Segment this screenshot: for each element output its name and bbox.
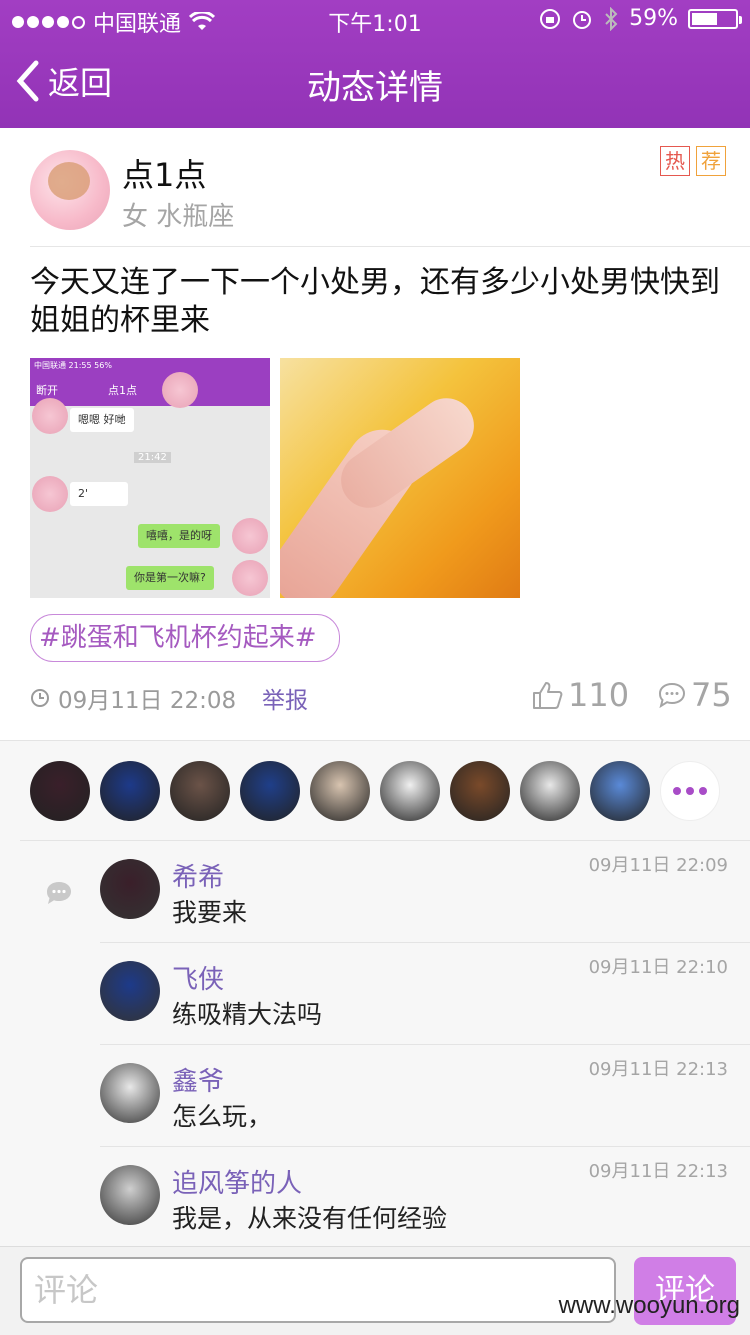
comment-bar: 评论 评论 [0,1246,750,1335]
comment-icon [47,882,71,904]
screenshot-timestamp: 21:42 [134,452,171,463]
author-gender: 女 [122,202,149,232]
commenter-name[interactable]: 飞侠 [172,959,224,996]
author-avatar[interactable] [30,150,110,230]
screenshot-title: 点1点 [108,384,137,397]
screenshot-battery: 56% [94,361,112,370]
post-card: 点1点 女 水瓶座 热 荐 今天又连了一下一个小处男，还有多少小处男快快到姐姐的… [0,128,750,740]
comment-count-button[interactable]: 75 [657,676,732,714]
post-time: 09月11日 22:08 [30,681,236,715]
watermark: www.wooyun.org [558,1292,740,1319]
liker-avatar[interactable] [310,761,370,821]
screenshot-avatar [232,560,268,596]
screenshot-avatar [162,372,198,408]
comment-time: 09月11日 22:10 [588,957,728,978]
liker-avatar[interactable] [100,761,160,821]
top-header: 中国联通 下午1:01 59% 返回 动态详情 [0,0,750,128]
author-zodiac: 水瓶座 [156,202,235,232]
nav-bar: 返回 动态详情 [0,40,750,128]
author-name[interactable]: 点1点 [122,150,206,196]
screenshot-avatar [32,398,68,434]
post-image-chat-screenshot[interactable]: 中国联通 21:55 56% 断开 点1点 嗯嗯 好哋 21:42 2' 嘻嘻，… [30,358,270,598]
screenshot-back: 断开 [36,384,58,397]
more-likers-button[interactable] [660,761,720,821]
comment-time: 09月11日 22:13 [588,1161,728,1182]
screenshot-bubble: 你是第一次嘛? [126,566,214,590]
post-meta: 09月11日 22:08 举报 110 75 [30,676,732,716]
comment-bubble-icon [658,682,686,709]
screenshot-status: 中国联通 21:55 56% [34,360,112,371]
liker-avatar[interactable] [30,761,90,821]
screenshot-voice: 2' [70,482,128,506]
liker-avatar[interactable] [520,761,580,821]
rotation-lock-icon [540,8,561,29]
screenshot-header: 中国联通 21:55 56% 断开 点1点 [30,358,270,406]
commenter-name[interactable]: 鑫爷 [172,1061,224,1098]
clock-icon [31,689,49,707]
liker-avatar[interactable] [380,761,440,821]
divider [30,246,750,247]
commenter-name[interactable]: 希希 [172,857,224,894]
screenshot-avatar [232,518,268,554]
battery-percent: 59% [629,6,678,31]
commenter-avatar[interactable] [100,859,160,919]
comment-count: 75 [691,676,732,714]
alarm-icon [573,10,592,29]
screenshot-avatar [32,476,68,512]
post-time-text: 09月11日 22:08 [58,688,237,714]
comment-text: 我是，从来没有任何经验 [172,1204,448,1233]
interaction-section: 希希我要来 09月11日 22:09 飞侠练吸精大法吗 09月11日 22:10 鑫爷怎… [0,740,750,1247]
battery-icon [688,8,742,29]
thumbs-up-icon [533,682,563,709]
like-count: 110 [568,676,630,714]
comment-item[interactable]: 飞侠练吸精大法吗 09月11日 22:10 [100,943,750,1045]
commenter-name[interactable]: 追风筝的人 [172,1163,302,1200]
liker-avatar[interactable] [170,761,230,821]
bluetooth-icon [605,6,618,31]
comment-item[interactable]: 追风筝的人我是，从来没有任何经验 09月11日 22:13 [100,1147,750,1248]
hot-badge: 热 [660,146,690,176]
topic-tag[interactable]: #跳蛋和飞机杯约起来# [30,614,340,662]
post-content: 今天又连了一下一个小处男，还有多少小处男快快到姐姐的杯里来 [30,265,720,338]
liker-avatar[interactable] [590,761,650,821]
comment-item[interactable]: 鑫爷怎么玩， 09月11日 22:13 [100,1045,750,1147]
comment-input[interactable]: 评论 [20,1257,616,1323]
commenter-avatar[interactable] [100,1165,160,1225]
author-info: 女 水瓶座 [122,196,234,233]
post-badges: 热 荐 [660,146,726,176]
screenshot-carrier: 中国联通 [34,361,66,370]
liker-avatar[interactable] [240,761,300,821]
comment-item[interactable]: 希希我要来 09月11日 22:09 [100,841,750,943]
comment-time: 09月11日 22:13 [588,1059,728,1080]
comment-text: 怎么玩， [172,1102,273,1131]
comment-time: 09月11日 22:09 [588,855,728,876]
page-title: 动态详情 [307,68,443,108]
recommend-badge: 荐 [696,146,726,176]
report-link[interactable]: 举报 [262,681,308,715]
screenshot-time: 21:55 [68,361,92,370]
commenter-avatar[interactable] [100,1063,160,1123]
likers-row [30,761,720,821]
status-bar: 中国联通 下午1:01 59% [0,0,750,40]
like-button[interactable]: 110 [532,676,629,714]
comment-text: 我要来 [172,898,248,927]
comment-text: 练吸精大法吗 [172,1000,323,1029]
screenshot-bubble: 嘻嘻，是的呀 [138,524,220,548]
liker-avatar[interactable] [450,761,510,821]
commenter-avatar[interactable] [100,961,160,1021]
post-image-photo[interactable] [280,358,520,598]
screenshot-bubble: 嗯嗯 好哋 [70,408,134,432]
